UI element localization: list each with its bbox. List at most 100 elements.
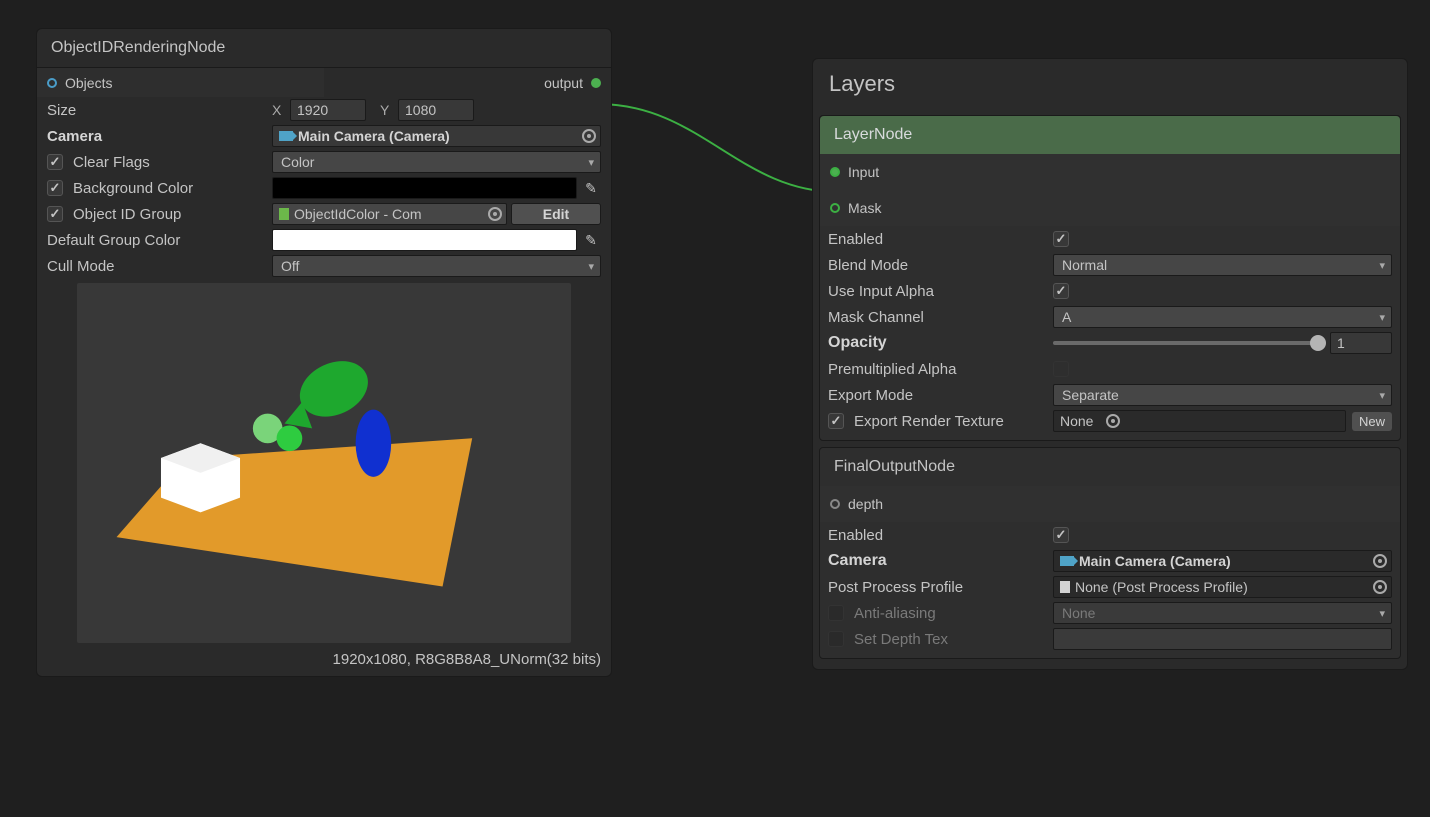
premult-label: Premultiplied Alpha bbox=[828, 361, 1053, 378]
render-preview bbox=[77, 283, 571, 643]
clear-flags-label: Clear Flags bbox=[47, 154, 272, 171]
use-input-alpha-checkbox[interactable] bbox=[1053, 283, 1069, 299]
size-y-input[interactable] bbox=[398, 99, 474, 121]
port-output[interactable]: output bbox=[324, 67, 611, 97]
export-rt-field[interactable]: None bbox=[1053, 410, 1346, 432]
camera-icon bbox=[279, 131, 293, 141]
enabled-label: Enabled bbox=[828, 231, 1053, 248]
bg-color-swatch[interactable] bbox=[272, 177, 577, 199]
depth-tex-label: Set Depth Tex bbox=[828, 631, 1053, 648]
layer-node-title: LayerNode bbox=[820, 116, 1400, 154]
port-circle-icon bbox=[830, 203, 840, 213]
cull-mode-label: Cull Mode bbox=[47, 258, 272, 275]
aa-select[interactable]: None bbox=[1053, 602, 1392, 624]
eyedropper-icon[interactable]: ✎ bbox=[581, 178, 601, 198]
size-label: Size bbox=[47, 102, 272, 119]
camera-row: Camera Main Camera (Camera) bbox=[37, 123, 611, 149]
clear-flags-select[interactable]: Color bbox=[272, 151, 601, 173]
port-label: output bbox=[334, 75, 583, 91]
final-camera-field[interactable]: Main Camera (Camera) bbox=[1053, 550, 1392, 572]
opacity-row: Opacity bbox=[820, 330, 1400, 356]
default-group-color-swatch[interactable] bbox=[272, 229, 577, 251]
object-id-group-row: Object ID Group ObjectIdColor - Com Edit bbox=[37, 201, 611, 227]
default-group-color-row: Default Group Color ✎ bbox=[37, 227, 611, 253]
blend-mode-select[interactable]: Normal bbox=[1053, 254, 1392, 276]
edit-button[interactable]: Edit bbox=[511, 203, 601, 225]
object-id-group-field[interactable]: ObjectIdColor - Com bbox=[272, 203, 507, 225]
opacity-input[interactable] bbox=[1330, 332, 1392, 354]
preview-svg bbox=[77, 283, 571, 643]
bg-color-row: Background Color ✎ bbox=[37, 175, 611, 201]
asset-icon bbox=[1060, 581, 1070, 593]
aa-checkbox[interactable] bbox=[828, 605, 844, 621]
layers-panel: Layers LayerNode Input Mask Enabled Blen… bbox=[812, 58, 1408, 670]
new-button[interactable]: New bbox=[1352, 412, 1392, 431]
aa-row: Anti-aliasing None bbox=[820, 600, 1400, 626]
object-picker-icon[interactable] bbox=[488, 207, 502, 221]
depth-tex-field[interactable] bbox=[1053, 628, 1392, 650]
export-rt-row: Export Render Texture None New bbox=[820, 408, 1400, 440]
port-input[interactable]: Input bbox=[820, 154, 1400, 190]
premult-row: Premultiplied Alpha bbox=[820, 356, 1400, 382]
node-title: ObjectIDRenderingNode bbox=[37, 29, 611, 67]
port-label: Objects bbox=[65, 75, 314, 91]
object-picker-icon[interactable] bbox=[1373, 580, 1387, 594]
mask-channel-select[interactable]: A bbox=[1053, 306, 1392, 328]
premult-checkbox[interactable] bbox=[1053, 361, 1069, 377]
final-enabled-row: Enabled bbox=[820, 522, 1400, 548]
size-row: Size X Y bbox=[37, 97, 611, 123]
opacity-slider[interactable] bbox=[1053, 341, 1318, 345]
size-x-label: X bbox=[272, 102, 290, 118]
final-camera-label: Camera bbox=[828, 552, 1053, 570]
asset-icon bbox=[279, 208, 289, 220]
depth-tex-row: Set Depth Tex bbox=[820, 626, 1400, 658]
final-enabled-checkbox[interactable] bbox=[1053, 527, 1069, 543]
clear-flags-checkbox[interactable] bbox=[47, 154, 63, 170]
opacity-label: Opacity bbox=[828, 334, 1053, 352]
mask-channel-label: Mask Channel bbox=[828, 309, 1053, 326]
use-input-alpha-row: Use Input Alpha bbox=[820, 278, 1400, 304]
export-rt-label: Export Render Texture bbox=[828, 413, 1053, 430]
size-y-label: Y bbox=[380, 102, 398, 118]
port-circle-icon bbox=[830, 167, 840, 177]
camera-value: Main Camera (Camera) bbox=[298, 128, 450, 144]
layer-node: LayerNode Input Mask Enabled Blend Mode … bbox=[819, 115, 1401, 441]
cull-mode-select[interactable]: Off bbox=[272, 255, 601, 277]
aa-label: Anti-aliasing bbox=[828, 605, 1053, 622]
object-picker-icon[interactable] bbox=[582, 129, 596, 143]
object-picker-icon[interactable] bbox=[1106, 414, 1120, 428]
bg-color-label: Background Color bbox=[47, 180, 272, 197]
default-group-color-label: Default Group Color bbox=[47, 232, 272, 249]
ppp-field[interactable]: None (Post Process Profile) bbox=[1053, 576, 1392, 598]
clear-flags-row: Clear Flags Color bbox=[37, 149, 611, 175]
eyedropper-icon[interactable]: ✎ bbox=[581, 230, 601, 250]
camera-icon bbox=[1060, 556, 1074, 566]
port-depth[interactable]: depth bbox=[820, 486, 1400, 522]
preview-footer-label: 1920x1080, R8G8B8A8_UNorm(32 bits) bbox=[37, 649, 611, 676]
object-id-rendering-node: ObjectIDRenderingNode Objects output Siz… bbox=[36, 28, 612, 677]
export-rt-checkbox[interactable] bbox=[828, 413, 844, 429]
port-input-objects[interactable]: Objects bbox=[37, 67, 324, 97]
port-mask[interactable]: Mask bbox=[820, 190, 1400, 226]
blend-mode-label: Blend Mode bbox=[828, 257, 1053, 274]
object-id-group-label: Object ID Group bbox=[47, 206, 272, 223]
blend-mode-row: Blend Mode Normal bbox=[820, 252, 1400, 278]
mask-channel-row: Mask Channel A bbox=[820, 304, 1400, 330]
final-output-node: FinalOutputNode depth Enabled Camera Mai… bbox=[819, 447, 1401, 659]
object-picker-icon[interactable] bbox=[1373, 554, 1387, 568]
final-enabled-label: Enabled bbox=[828, 527, 1053, 544]
bg-color-checkbox[interactable] bbox=[47, 180, 63, 196]
depth-tex-checkbox[interactable] bbox=[828, 631, 844, 647]
enabled-checkbox[interactable] bbox=[1053, 231, 1069, 247]
panel-title: Layers bbox=[813, 59, 1407, 109]
object-id-group-checkbox[interactable] bbox=[47, 206, 63, 222]
camera-field[interactable]: Main Camera (Camera) bbox=[272, 125, 601, 147]
size-x-input[interactable] bbox=[290, 99, 366, 121]
use-input-alpha-label: Use Input Alpha bbox=[828, 283, 1053, 300]
export-mode-select[interactable]: Separate bbox=[1053, 384, 1392, 406]
slider-thumb[interactable] bbox=[1310, 335, 1326, 351]
final-output-title: FinalOutputNode bbox=[820, 448, 1400, 486]
final-camera-row: Camera Main Camera (Camera) bbox=[820, 548, 1400, 574]
port-circle-icon bbox=[47, 78, 57, 88]
export-mode-label: Export Mode bbox=[828, 387, 1053, 404]
